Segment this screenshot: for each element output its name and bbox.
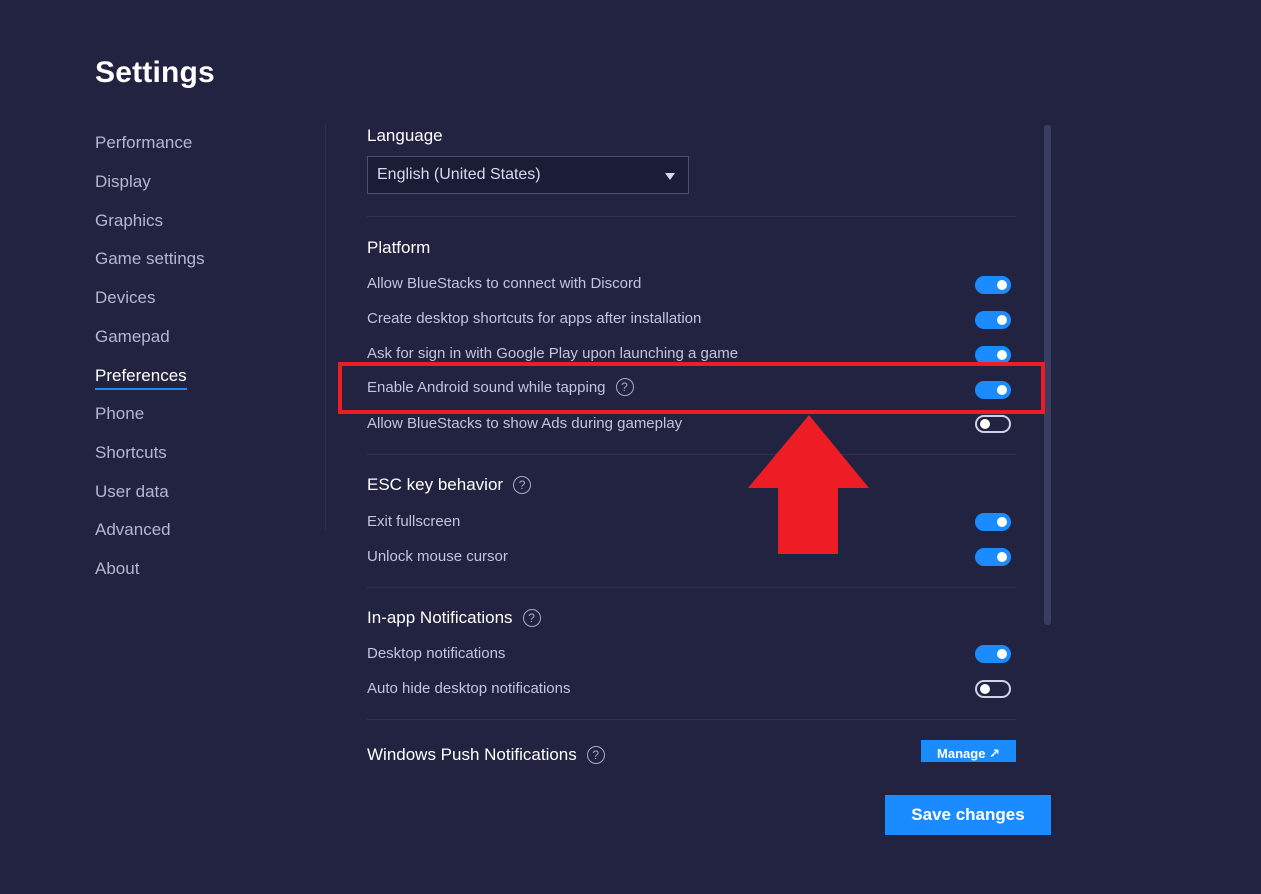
discord-option-label: Allow BlueStacks to connect with Discord — [367, 275, 642, 292]
help-icon[interactable]: ? — [586, 746, 605, 764]
desktop-shortcuts-toggle[interactable] — [975, 311, 1011, 329]
desktop-shortcuts-option-label: Create desktop shortcuts for apps after … — [367, 310, 702, 327]
ads-option-label: Allow BlueStacks to show Ads during game… — [367, 415, 683, 432]
manage-button[interactable]: Manage ↗ — [921, 740, 1016, 762]
exit-fullscreen-option-label: Exit fullscreen — [367, 513, 461, 530]
sidebar-item-gamepad[interactable]: Gamepad — [95, 327, 170, 347]
esc-section: ESC key behavior ? — [367, 475, 532, 495]
annotation-arrow-icon — [748, 415, 869, 554]
discord-toggle[interactable] — [975, 276, 1011, 294]
annotation-highlight-box — [338, 362, 1045, 414]
platform-section-title: Platform — [367, 238, 431, 257]
section-divider — [367, 216, 1016, 217]
auto-hide-option-label: Auto hide desktop notifications — [367, 680, 571, 697]
unlock-cursor-option-label: Unlock mouse cursor — [367, 548, 508, 565]
sidebar-item-user-data[interactable]: User data — [95, 482, 169, 502]
sidebar-item-about[interactable]: About — [95, 559, 139, 579]
section-divider — [367, 719, 1016, 720]
push-section-title: Windows Push Notifications — [367, 745, 577, 764]
language-select-value: English (United States) — [377, 166, 541, 183]
help-icon[interactable]: ? — [513, 476, 532, 494]
sidebar-item-preferences[interactable]: Preferences — [95, 366, 187, 390]
esc-section-title: ESC key behavior — [367, 475, 504, 494]
sidebar-item-performance[interactable]: Performance — [95, 133, 192, 153]
notifications-section: In-app Notifications ? — [367, 608, 541, 628]
sidebar-item-advanced[interactable]: Advanced — [95, 520, 171, 540]
sidebar-item-devices[interactable]: Devices — [95, 288, 155, 308]
sidebar-item-display[interactable]: Display — [95, 172, 151, 192]
sidebar-item-phone[interactable]: Phone — [95, 404, 144, 424]
exit-fullscreen-toggle[interactable] — [975, 513, 1011, 531]
auto-hide-toggle[interactable] — [975, 680, 1011, 698]
sidebar-divider — [325, 125, 326, 530]
desktop-notifications-toggle[interactable] — [975, 645, 1011, 663]
help-icon[interactable]: ? — [522, 609, 541, 627]
push-section: Windows Push Notifications ? — [367, 745, 605, 765]
desktop-notifications-option-label: Desktop notifications — [367, 645, 506, 662]
content-scrollbar[interactable] — [1044, 125, 1051, 625]
save-changes-button[interactable]: Save changes — [885, 795, 1051, 835]
sidebar-item-game-settings[interactable]: Game settings — [95, 249, 205, 269]
section-divider — [367, 454, 1016, 455]
sidebar-item-graphics[interactable]: Graphics — [95, 211, 163, 231]
unlock-cursor-toggle[interactable] — [975, 548, 1011, 566]
language-select[interactable]: English (United States) — [367, 156, 689, 194]
google-signin-option-label: Ask for sign in with Google Play upon la… — [367, 345, 739, 362]
language-section-title: Language — [367, 126, 443, 145]
page-title: Settings — [95, 56, 215, 89]
section-divider — [367, 587, 1016, 588]
notifications-section-title: In-app Notifications — [367, 608, 513, 627]
sidebar-item-shortcuts[interactable]: Shortcuts — [95, 443, 167, 463]
chevron-down-icon — [665, 173, 675, 180]
ads-toggle[interactable] — [975, 415, 1011, 433]
